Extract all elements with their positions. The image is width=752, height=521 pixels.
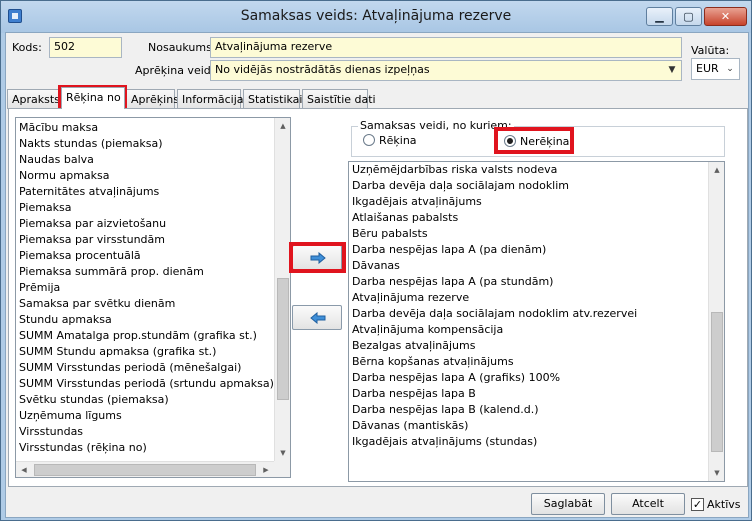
scroll-up-icon[interactable]: ▲ [275,118,290,134]
list-item[interactable]: Virsstundas [16,424,290,440]
available-list-vscrollbar[interactable]: ▲ ▼ [274,118,290,461]
list-item[interactable]: Stundu apmaksa [16,312,290,328]
list-item[interactable]: Darba nespējas lapa A (pa stundām) [349,274,724,290]
scroll-down-icon[interactable]: ▼ [709,465,724,481]
list-item[interactable]: Nakts stundas (piemaksa) [16,136,290,152]
scroll-thumb[interactable] [34,464,256,476]
active-checkbox[interactable]: ✓ [691,498,704,511]
tab-informacija[interactable]: Informācija [177,89,244,109]
list-item[interactable]: Darba devēja daļa sociālajam nodoklim at… [349,306,724,322]
scroll-right-icon[interactable]: ▶ [258,462,274,477]
dialog-client-area: Kods: 502 Nosaukums: Atvaļinājuma rezerv… [5,32,749,518]
scroll-thumb[interactable] [277,278,289,400]
selected-list[interactable]: Uzņēmējdarbības riska valsts nodeva Darb… [348,161,725,482]
list-item[interactable]: Svētku stundas (piemaksa) [16,392,290,408]
list-item[interactable]: Darba nespējas lapa B (kalend.d.) [349,402,724,418]
tab-panel-rekina-no: Mācību maksa Nakts stundas (piemaksa) Na… [8,108,748,487]
available-list-items: Mācību maksa Nakts stundas (piemaksa) Na… [16,118,290,456]
valuta-select[interactable]: EUR ⌄ [691,58,740,80]
aprekina-veids-value: No vidējās nostrādātās dienas izpeļņas [215,63,430,76]
selected-list-vscrollbar[interactable]: ▲ ▼ [708,162,724,481]
scroll-corner [274,461,290,477]
maximize-button[interactable]: ▢ [675,7,702,26]
active-label: Aktīvs [707,498,741,511]
list-item[interactable]: Naudas balva [16,152,290,168]
nosaukums-field[interactable]: Atvaļinājuma rezerve [210,37,682,58]
list-item[interactable]: SUMM Stundu apmaksa (grafika st.) [16,344,290,360]
tab-statistikai[interactable]: Statistikai [243,89,302,109]
selected-list-items: Uzņēmējdarbības riska valsts nodeva Darb… [349,162,724,450]
tab-rekina-no[interactable]: Rēķina no [61,87,125,109]
minimize-button[interactable]: ▁ [646,7,673,26]
list-item[interactable]: SUMM Virsstundas periodā (mēnešalgai) [16,360,290,376]
tab-aprekins[interactable]: Aprēķins [126,89,179,109]
radio-rekina[interactable]: Rēķina [363,134,417,147]
list-item[interactable]: Virsstundas (rēķina no) [16,440,290,456]
list-item[interactable]: Normu apmaksa [16,168,290,184]
list-item[interactable]: Darba devēja daļa sociālajam nodoklim [349,178,724,194]
list-item[interactable]: Darba nespējas lapa B [349,386,724,402]
list-item[interactable]: Piemaksa [16,200,290,216]
list-item[interactable]: Bērna kopšanas atvaļinājums [349,354,724,370]
list-item[interactable]: SUMM Amatalga prop.stundām (grafika st.) [16,328,290,344]
highlight-add-button [289,242,346,273]
group-title: Samaksas veidi, no kuriem: [358,119,514,132]
cancel-button[interactable]: Atcelt [611,493,685,515]
list-item[interactable]: Uzņēmējdarbības riska valsts nodeva [349,162,724,178]
list-item[interactable]: Mācību maksa [16,120,290,136]
dialog-window: Samaksas veids: Atvaļinājuma rezerve ▁ ▢… [0,0,752,521]
valuta-label: Valūta: [691,44,730,57]
radio-rekina-label: Rēķina [379,134,417,147]
radio-circle[interactable] [363,134,375,146]
scroll-left-icon[interactable]: ◀ [16,462,32,477]
kods-label: Kods: [12,41,42,54]
save-button[interactable]: Saglabāt [531,493,605,515]
title-bar: Samaksas veids: Atvaļinājuma rezerve ▁ ▢… [1,1,751,33]
valuta-value: EUR [696,62,719,75]
list-item[interactable]: Uzņēmuma līgums [16,408,290,424]
scroll-down-icon[interactable]: ▼ [275,445,290,461]
nosaukums-label: Nosaukums: [148,41,216,54]
list-item[interactable]: Dāvanas [349,258,724,274]
list-item[interactable]: Darba nespējas lapa A (grafiks) 100% [349,370,724,386]
aprekina-veids-combo[interactable]: No vidējās nostrādātās dienas izpeļņas ▼ [210,60,682,81]
arrow-left-icon [310,312,326,324]
list-item[interactable]: Piemaksa par aizvietošanu [16,216,290,232]
chevron-down-icon[interactable]: ▼ [665,63,679,78]
scroll-up-icon[interactable]: ▲ [709,162,724,178]
list-item[interactable]: Atvaļinājuma rezerve [349,290,724,306]
available-list-hscrollbar[interactable]: ◀ ▶ [16,461,274,477]
scroll-thumb[interactable] [711,312,723,452]
list-item[interactable]: Atlaišanas pabalsts [349,210,724,226]
list-item[interactable]: Dāvanas (mantiskās) [349,418,724,434]
list-item[interactable]: SUMM Virsstundas periodā (srtundu apmaks… [16,376,290,392]
tab-saistitie-dati[interactable]: Saistītie dati [302,89,376,109]
list-item[interactable]: Darba nespējas lapa A (pa dienām) [349,242,724,258]
list-item[interactable]: Piemaksa procentuālā [16,248,290,264]
list-item[interactable]: Piemaksa par virsstundām [16,232,290,248]
list-item[interactable]: Samaksa par svētku dienām [16,296,290,312]
window-title: Samaksas veids: Atvaļinājuma rezerve [240,8,512,24]
list-item[interactable]: Piemaksa summārā prop. dienām [16,264,290,280]
list-item[interactable]: Paternitātes atvaļinājums [16,184,290,200]
list-item[interactable]: Ikgadējais atvaļinājums (stundas) [349,434,724,450]
highlight-nerekina [494,127,574,154]
list-item[interactable]: Atvaļinājuma kompensācija [349,322,724,338]
kods-field[interactable]: 502 [49,37,122,58]
tab-apraksts[interactable]: Apraksts [7,89,60,109]
aprekina-veids-label: Aprēķina veids: [135,64,221,77]
remove-from-list-button[interactable] [292,305,342,330]
close-button[interactable]: ✕ [704,7,747,26]
available-list[interactable]: Mācību maksa Nakts stundas (piemaksa) Na… [15,117,291,478]
list-item[interactable]: Bēru pabalsts [349,226,724,242]
list-item[interactable]: Prēmija [16,280,290,296]
list-item[interactable]: Ikgadējais atvaļinājums [349,194,724,210]
list-item[interactable]: Bezalgas atvaļinājums [349,338,724,354]
chevron-down-icon[interactable]: ⌄ [723,62,737,77]
